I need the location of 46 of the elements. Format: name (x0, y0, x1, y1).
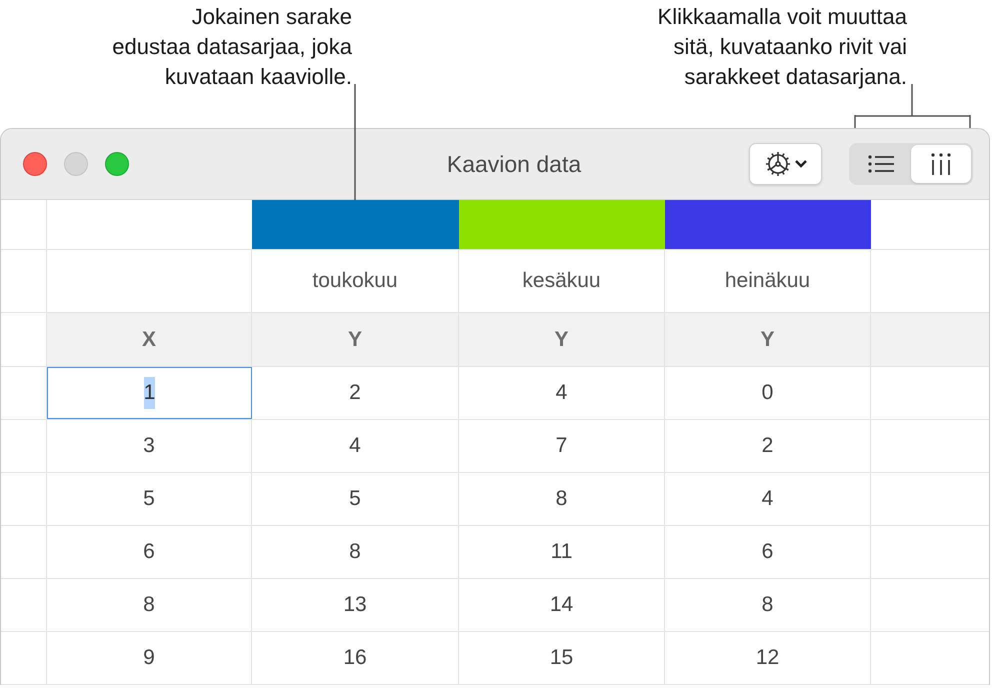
axis-header-cell: X (47, 313, 252, 366)
axis-header-cell: Y (252, 313, 459, 366)
close-button[interactable] (23, 152, 47, 176)
table-cell[interactable]: 11 (459, 526, 665, 578)
table-cell[interactable]: 9 (47, 632, 252, 684)
chevron-down-icon (794, 159, 808, 169)
series-name[interactable]: heinäkuu (724, 265, 810, 297)
table-cell[interactable]: 8 (252, 526, 459, 578)
table-cell[interactable]: 2 (252, 367, 459, 419)
table-cell[interactable]: 14 (459, 579, 665, 631)
series-name[interactable]: toukokuu (312, 265, 398, 297)
axis-header-cell: Y (459, 313, 665, 366)
table-cell[interactable]: 15 (459, 632, 665, 684)
window-title: Kaavion data (446, 150, 582, 179)
callout-text: Jokainen sarake edustaa datasarjaa, joka kuvataan kaaviolle. (111, 3, 352, 91)
table-cell[interactable]: 13 (252, 579, 459, 631)
axis-header-cell: Y (665, 313, 871, 366)
table-cell[interactable]: 4 (252, 420, 459, 472)
table-cell[interactable]: 5 (252, 473, 459, 525)
table-cell[interactable]: 8 (47, 579, 252, 631)
settings-menu-button[interactable] (749, 143, 822, 185)
table-cell[interactable]: 6 (47, 526, 252, 578)
table-cell[interactable]: 1 (47, 367, 252, 419)
table-cell[interactable]: 4 (665, 473, 871, 525)
table-cell[interactable]: 3 (47, 420, 252, 472)
table-cell[interactable]: 0 (665, 367, 871, 419)
gear-icon (764, 150, 792, 178)
table-cell[interactable]: 6 (665, 526, 871, 578)
callout-text: Klikkaamalla voit muuttaa sitä, kuvataanko rivit vai sarakkeet datasarjana. (656, 3, 907, 91)
table-cell[interactable]: 2 (665, 420, 871, 472)
table-cell[interactable]: 5 (47, 473, 252, 525)
table-cell[interactable]: 8 (665, 579, 871, 631)
zoom-button[interactable] (105, 152, 129, 176)
table-cell[interactable]: 8 (459, 473, 665, 525)
table-cell[interactable]: 16 (252, 632, 459, 684)
series-color-swatch[interactable] (252, 200, 459, 249)
series-color-swatch[interactable] (459, 200, 665, 249)
minimize-button[interactable] (64, 152, 88, 176)
table-cell[interactable]: 4 (459, 367, 665, 419)
table-cell[interactable]: 7 (459, 420, 665, 472)
columns-icon (930, 152, 952, 176)
columns-toggle-button[interactable] (911, 145, 971, 183)
series-name[interactable]: kesäkuu (522, 265, 601, 297)
table-cell[interactable]: 12 (665, 632, 871, 684)
series-color-swatch[interactable] (665, 200, 871, 249)
list-icon (867, 154, 895, 174)
